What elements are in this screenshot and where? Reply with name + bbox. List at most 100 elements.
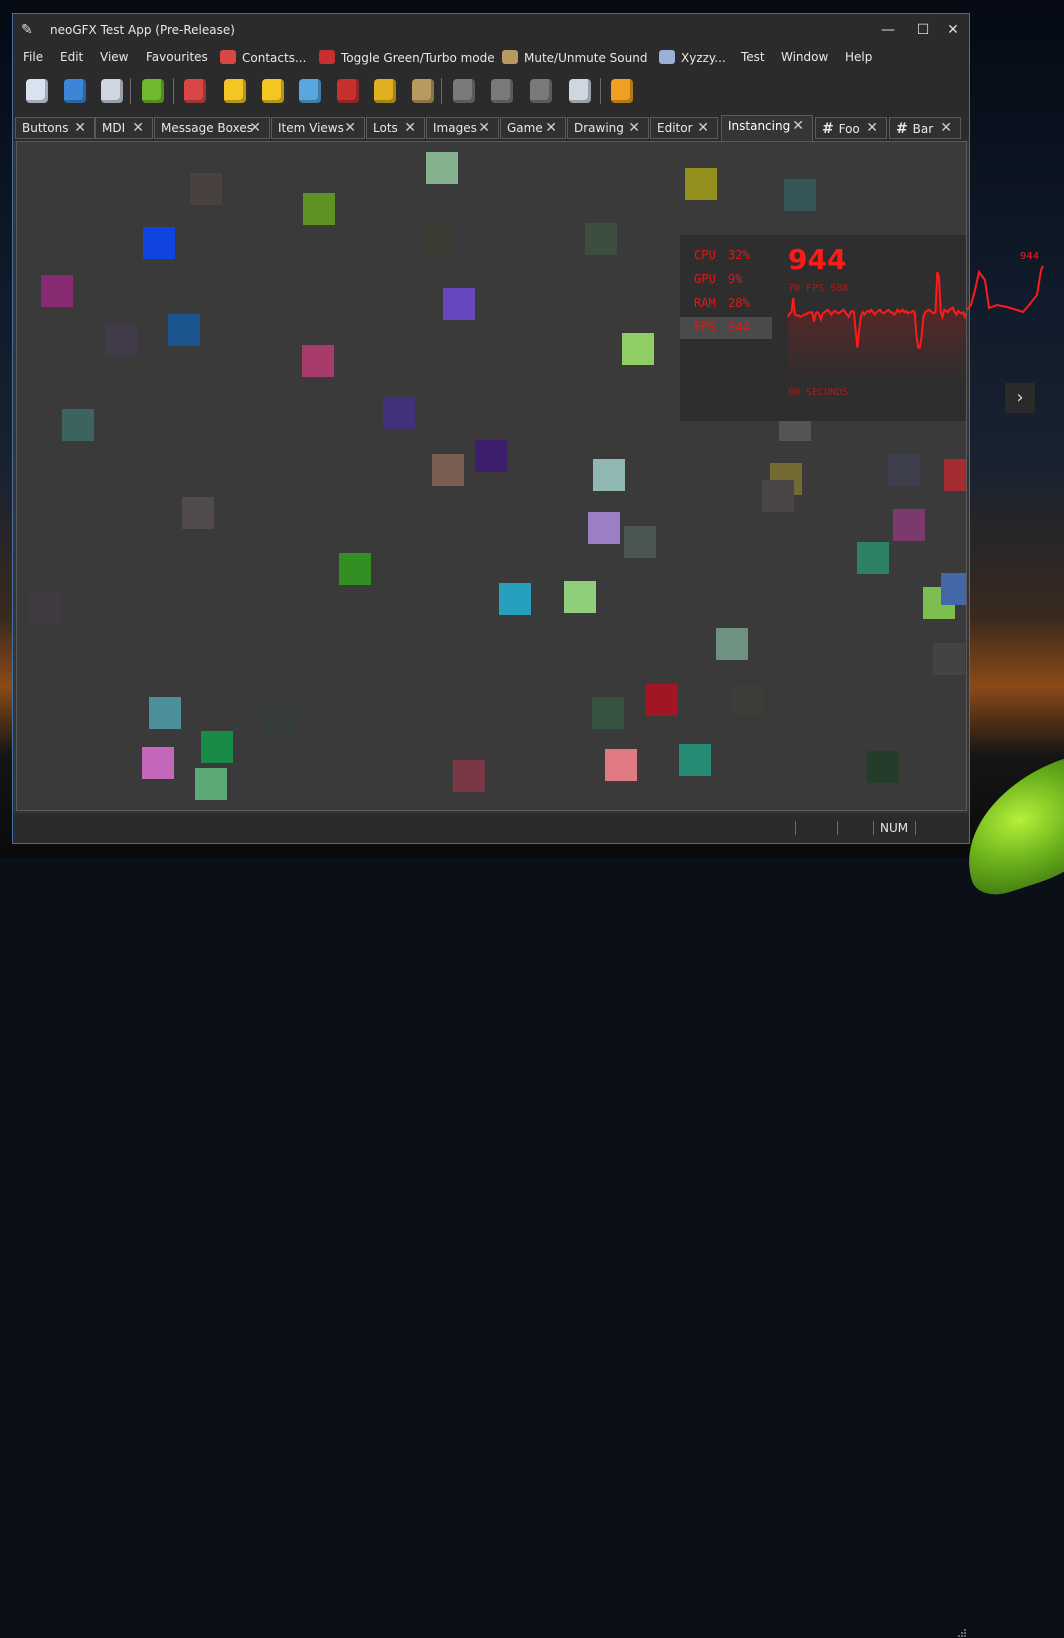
paste-icon	[530, 79, 552, 103]
minimize-button[interactable]: —	[873, 14, 903, 47]
perf-key: CPU	[694, 248, 716, 262]
toolbar-separator	[173, 78, 174, 104]
tab-close-icon[interactable]: ✕	[404, 120, 416, 136]
contacts-button[interactable]	[180, 76, 210, 106]
tab-bar[interactable]: # Bar ✕	[889, 117, 961, 139]
instanced-square	[564, 581, 596, 613]
tab-close-icon[interactable]: ✕	[866, 120, 878, 136]
instanced-square	[142, 747, 174, 779]
copy-button[interactable]	[487, 76, 517, 106]
perf-value: 28%	[728, 296, 750, 310]
tab-message-boxes[interactable]: Message Boxes ✕	[154, 117, 270, 139]
new-document-button[interactable]	[22, 76, 52, 106]
instanced-square	[867, 751, 899, 783]
tab-bar: Buttons ✕ MDI ✕ Message Boxes ✕ Item Views ✕ Lot…	[13, 115, 969, 141]
perf-key: FPS	[694, 320, 716, 334]
perf-row-ram[interactable]: RAM 28%	[680, 293, 772, 315]
sound-button[interactable]	[408, 76, 438, 106]
instanced-square	[857, 542, 889, 574]
close-button[interactable]: ✕	[938, 14, 968, 47]
tab-images[interactable]: Images ✕	[426, 117, 499, 139]
chevron-right-icon: ›	[1016, 387, 1024, 408]
status-separator	[915, 821, 916, 835]
instanced-square	[944, 459, 966, 491]
perf-row-gpu[interactable]: GPU 9%	[680, 269, 772, 291]
instanced-square	[592, 697, 624, 729]
menu-toggle-green-turbo-mode[interactable]: Toggle Green/Turbo mode	[319, 50, 495, 68]
toolbar-separator	[130, 78, 131, 104]
status-separator	[873, 821, 874, 835]
tab-close-icon[interactable]: ✕	[344, 120, 356, 136]
tab-close-icon[interactable]: ✕	[545, 120, 557, 136]
cut-icon	[453, 79, 475, 103]
menu-file[interactable]: File	[23, 50, 43, 68]
tab-close-icon[interactable]: ✕	[249, 120, 261, 136]
gamepad-button[interactable]	[138, 76, 168, 106]
tab-buttons[interactable]: Buttons ✕	[15, 117, 95, 139]
green-turbo-button[interactable]	[333, 76, 363, 106]
tab-foo[interactable]: # Foo ✕	[815, 117, 887, 139]
tab-label: Buttons	[22, 121, 69, 135]
tab-game[interactable]: Game ✕	[500, 117, 566, 139]
paste-special-icon	[569, 79, 591, 103]
menu-favourites[interactable]: Favourites	[146, 50, 208, 68]
tab-label: Item Views	[278, 121, 344, 135]
tab-close-icon[interactable]: ✕	[792, 118, 804, 134]
tab-close-icon[interactable]: ✕	[697, 120, 709, 136]
menu-label: Window	[781, 50, 829, 64]
instanced-square	[62, 409, 94, 441]
tab-mdi[interactable]: MDI ✕	[95, 117, 153, 139]
app-window: ✎ neoGFX Test App (Pre-Release) — ☐ ✕ Fi…	[12, 13, 970, 1637]
tab-item-views[interactable]: Item Views ✕	[271, 117, 365, 139]
fps-graph-panel: 944 70 FPS 588 60 SECONDS	[772, 235, 966, 421]
xyzzy-button[interactable]	[295, 76, 325, 106]
tab-close-icon[interactable]: ✕	[132, 120, 144, 136]
scroll-right-button[interactable]: ›	[1005, 383, 1035, 413]
resize-grip-icon[interactable]	[957, 1628, 967, 1638]
menu-help[interactable]: Help	[845, 50, 872, 68]
maximize-icon: ☐	[916, 22, 930, 38]
menu-mute-unmute-sound[interactable]: Mute/Unmute Sound	[502, 50, 647, 68]
tab-close-icon[interactable]: ✕	[940, 120, 952, 136]
turbo-gear-icon	[319, 50, 335, 64]
tab-drawing[interactable]: Drawing ✕	[567, 117, 649, 139]
menu-xyzzy[interactable]: Xyzzy...	[659, 50, 726, 68]
add-favourite-icon	[224, 79, 246, 103]
tab-lots[interactable]: Lots ✕	[366, 117, 425, 139]
perf-row-fps[interactable]: FPS 944	[680, 317, 772, 339]
contacts-icon	[184, 79, 206, 103]
tab-close-icon[interactable]: ✕	[478, 120, 490, 136]
instanced-square	[646, 684, 678, 716]
tab-close-icon[interactable]: ✕	[74, 120, 86, 136]
menu-window[interactable]: Window	[781, 50, 828, 68]
sound-icon	[412, 79, 434, 103]
organise-favourites-icon	[262, 79, 284, 103]
minimize-icon: —	[881, 22, 895, 38]
tab-instancing[interactable]: Instancing ✕	[721, 115, 813, 141]
tab-close-icon[interactable]: ✕	[628, 120, 640, 136]
settings-button[interactable]	[607, 76, 637, 106]
menu-contacts[interactable]: Contacts...	[220, 50, 306, 68]
open-folder-button[interactable]	[60, 76, 90, 106]
tab-label: Images	[433, 121, 477, 135]
instanced-square	[593, 459, 625, 491]
instanced-square	[716, 628, 748, 660]
perf-row-cpu[interactable]: CPU 32%	[680, 245, 772, 267]
paste-button[interactable]	[526, 76, 556, 106]
tab-editor[interactable]: Editor ✕	[650, 117, 718, 139]
menu-view[interactable]: View	[100, 50, 128, 68]
organise-favourites-button[interactable]	[258, 76, 288, 106]
plugin-button[interactable]	[370, 76, 400, 106]
save-button[interactable]	[97, 76, 127, 106]
cut-button[interactable]	[449, 76, 479, 106]
speaker-icon	[502, 50, 518, 64]
instanced-square	[432, 454, 464, 486]
menu-edit[interactable]: Edit	[60, 50, 83, 68]
maximize-button[interactable]: ☐	[908, 14, 938, 47]
paste-special-button[interactable]	[565, 76, 595, 106]
instancing-canvas[interactable]: CPU 32% GPU 9% RAM 28% FPS 944 944 70 FPS 588 6…	[16, 141, 967, 811]
title-bar[interactable]: ✎ neoGFX Test App (Pre-Release) — ☐ ✕	[13, 14, 969, 47]
add-favourite-button[interactable]	[220, 76, 250, 106]
menu-test[interactable]: Test	[741, 50, 765, 68]
save-icon	[101, 79, 123, 103]
